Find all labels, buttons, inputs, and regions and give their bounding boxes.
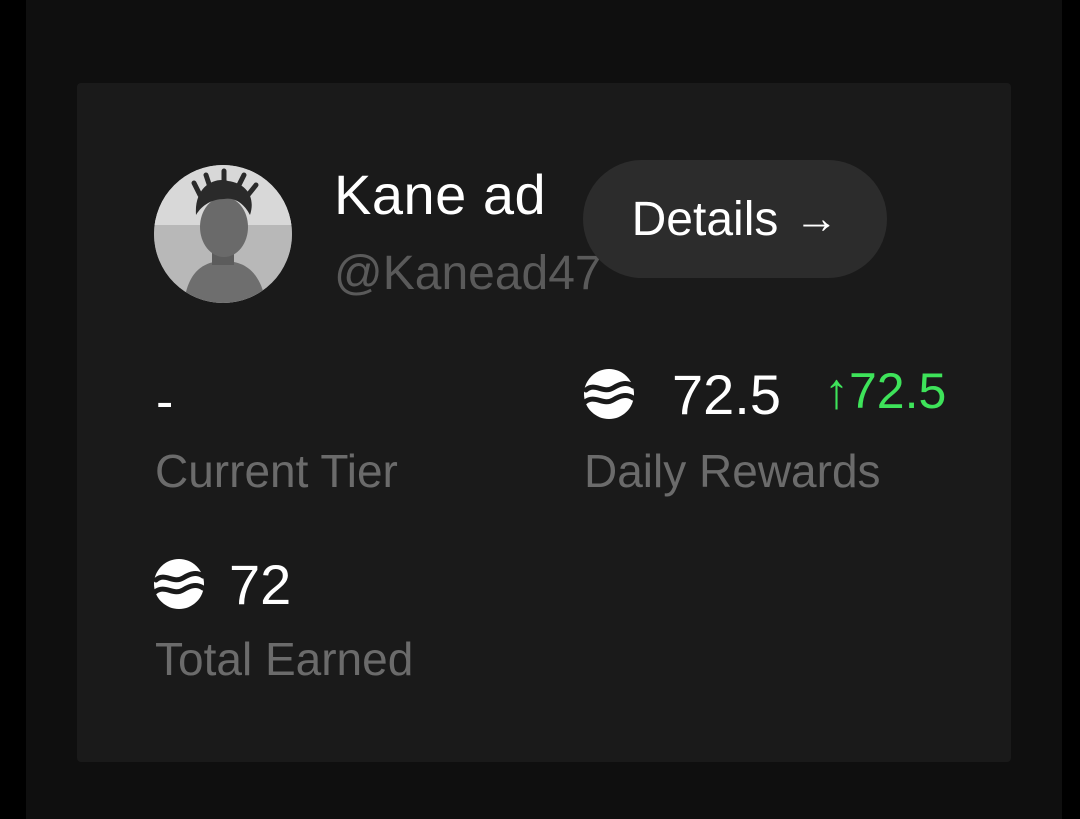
details-button-label: Details bbox=[631, 192, 779, 246]
avatar bbox=[154, 165, 292, 303]
current-tier-label: Current Tier bbox=[155, 445, 398, 497]
daily-rewards-value: 72.5 bbox=[672, 363, 781, 426]
profile-handle: @Kanead47 bbox=[334, 247, 602, 300]
details-button[interactable]: Details → bbox=[583, 160, 887, 278]
profile-name: Kane ad bbox=[334, 163, 547, 226]
daily-rewards-change: ↑72.5 bbox=[824, 363, 947, 419]
total-earned-value: 72 bbox=[229, 553, 292, 616]
arrow-right-icon: → bbox=[794, 194, 839, 243]
daily-rewards-label: Daily Rewards bbox=[584, 445, 881, 497]
total-earned-label: Total Earned bbox=[155, 633, 414, 685]
sui-coin-icon bbox=[153, 559, 205, 609]
sui-coin-icon bbox=[583, 369, 635, 419]
current-tier-value: - bbox=[156, 373, 174, 431]
